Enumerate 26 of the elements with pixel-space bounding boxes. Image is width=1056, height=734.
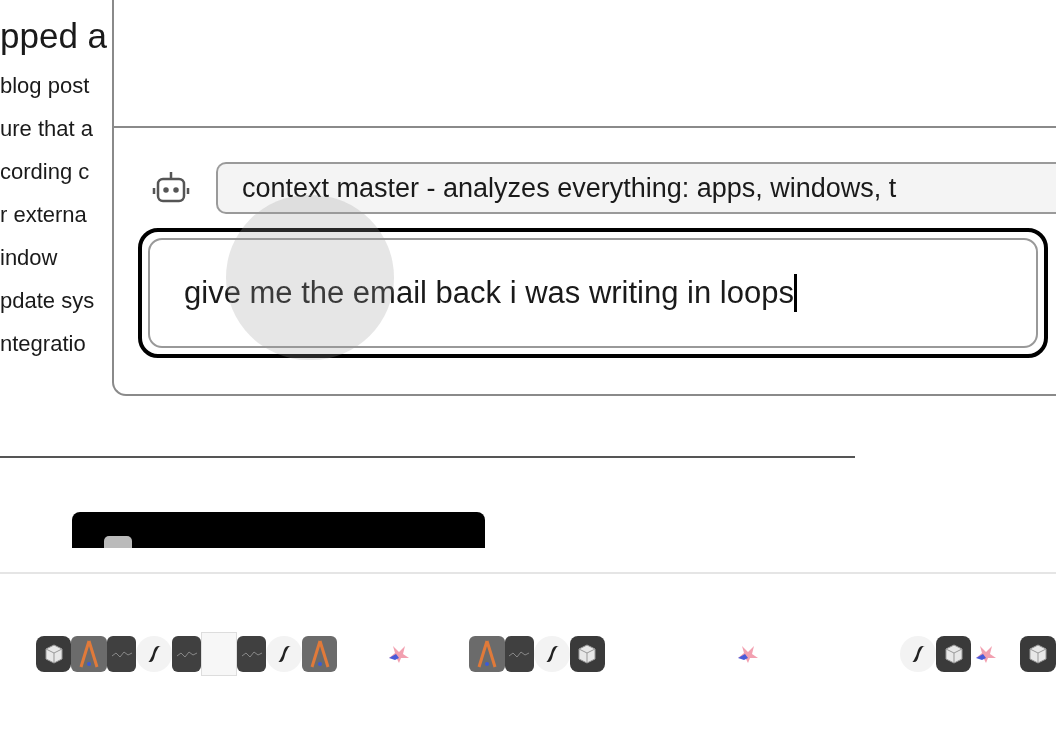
chart-app-icon[interactable] [106, 636, 137, 672]
s-app-icon[interactable] [900, 636, 936, 672]
s-app-icon[interactable] [266, 636, 302, 672]
s-app-icon[interactable] [534, 636, 570, 672]
s-app-icon[interactable] [136, 636, 172, 672]
chart-app-icon[interactable] [171, 636, 202, 672]
document-line: cording c [0, 158, 91, 186]
text-cursor [793, 274, 797, 312]
app-icon [104, 536, 132, 548]
document-heading: pped a [0, 15, 109, 57]
cube-app-icon[interactable] [36, 636, 72, 672]
document-line: blog post [0, 72, 91, 100]
mode-selector[interactable]: context master - analyzes everything: apps, windows, t [216, 162, 1056, 214]
message-input[interactable]: give me the email back i was writing in loops [138, 228, 1048, 358]
dark-button[interactable] [72, 512, 485, 548]
document-line: ntegratio [0, 330, 87, 358]
cube-app-icon[interactable] [569, 636, 605, 672]
chart-app-icon[interactable] [504, 636, 535, 672]
document-line: pdate sys [0, 287, 96, 315]
compass-app-icon[interactable] [301, 636, 338, 672]
document-line: ure that a [0, 115, 94, 143]
cube-app-icon[interactable] [1020, 636, 1056, 672]
document-line: r externa [0, 201, 88, 229]
cube-app-icon[interactable] [935, 636, 972, 672]
chart-app-icon[interactable] [236, 636, 267, 672]
document-line: indow [0, 244, 59, 272]
